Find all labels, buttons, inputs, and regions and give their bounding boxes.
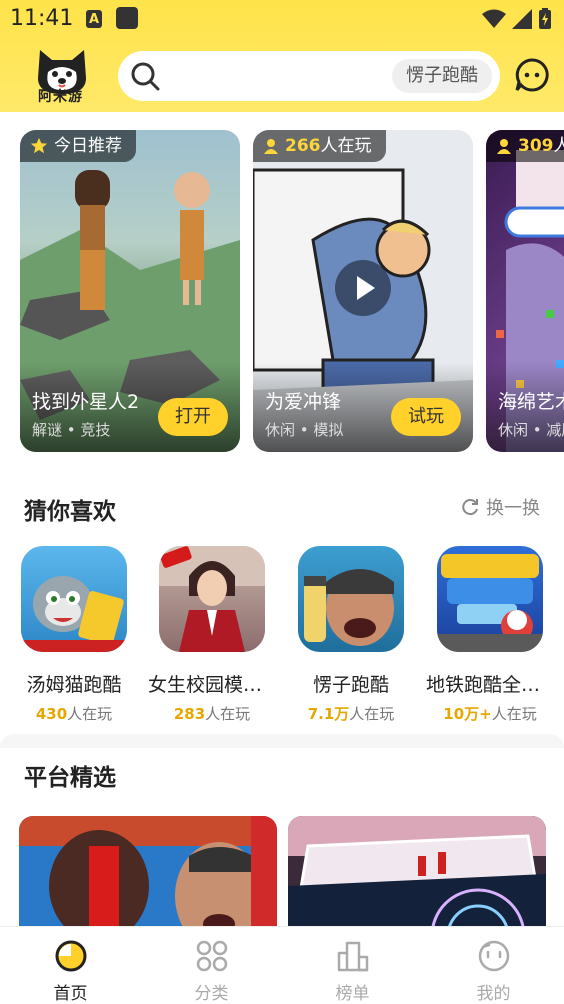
recommend-list: 汤姆猫跑酷 430人在玩 女生校园模拟器 283人在玩 愣子跑酷 7.1万人在玩… (0, 546, 564, 726)
notification-a-icon: A (86, 10, 102, 28)
nav-profile[interactable]: 我的 (423, 927, 564, 1004)
card-subtitle: 解谜 • 竞技 (32, 421, 111, 439)
nav-home[interactable]: 首页 (0, 927, 141, 1004)
app-player-count: 10万+人在玩 (443, 705, 537, 723)
app-player-count: 7.1万人在玩 (307, 705, 395, 723)
search-hint-chip[interactable]: 愣子跑酷 (392, 59, 492, 93)
card-tag-text: 今日推荐 (54, 136, 122, 156)
search-bar[interactable]: 愣子跑酷 (118, 51, 500, 101)
card-subtitle: 休闲 • 模拟 (265, 421, 344, 439)
bottom-nav: 首页 分类 榜单 我的 (0, 926, 564, 1004)
app-player-count: 283人在玩 (173, 705, 251, 723)
card-title: 找到外星人2 (32, 391, 140, 413)
nav-category[interactable]: 分类 (141, 927, 282, 1004)
app-icon (21, 546, 127, 652)
message-icon[interactable] (515, 58, 549, 92)
app-name: 愣子跑酷 (312, 674, 389, 696)
featured-card[interactable]: 266人在玩 为爱冲锋 休闲 • 模拟 试玩 (253, 130, 473, 452)
play-icon (357, 276, 375, 300)
card-tag: 今日推荐 (20, 130, 136, 162)
app-item[interactable]: 女生校园模拟器 283人在玩 (148, 546, 276, 724)
profile-icon (478, 940, 509, 972)
pick-card[interactable] (288, 816, 546, 926)
featured-carousel[interactable]: 今日推荐 找到外星人2 解谜 • 竞技 打开 266人在玩 为爱冲锋 休闲 • … (0, 130, 564, 452)
section-title-platform: 平台精选 (24, 765, 116, 791)
app-name: 地铁跑酷全明星 (426, 674, 554, 696)
status-bar: 11:41 A (0, 0, 564, 38)
app-item[interactable]: 愣子跑酷 7.1万人在玩 (287, 546, 415, 724)
card-tag-text: 人在玩 (320, 136, 372, 156)
category-icon (196, 940, 227, 972)
home-icon (55, 940, 86, 972)
status-indicators (482, 8, 552, 30)
nav-ranking[interactable]: 榜单 (282, 927, 423, 1004)
refresh-button[interactable]: 换一换 (460, 494, 540, 520)
pick-artwork (19, 816, 277, 926)
nav-label: 榜单 (335, 984, 370, 1004)
notification-square-icon (116, 7, 138, 29)
app-name: 女生校园模拟器 (148, 674, 276, 696)
try-play-button[interactable]: 试玩 (391, 398, 461, 436)
card-player-count: 309 (518, 136, 554, 156)
app-player-count: 430人在玩 (35, 705, 113, 723)
app-item[interactable]: 汤姆猫跑酷 430人在玩 (10, 546, 138, 724)
featured-card[interactable]: 309人 海绵艺术 休闲 • 减压 (486, 130, 564, 452)
search-icon (131, 62, 160, 91)
app-header: 11:41 A 阿米游 愣子跑酷 (0, 0, 564, 112)
status-time: 11:41 (10, 6, 74, 31)
card-title: 为爱冲锋 (265, 391, 342, 413)
refresh-label: 换一换 (486, 498, 540, 519)
nav-label: 分类 (194, 984, 229, 1004)
card-player-count: 266 (285, 136, 321, 156)
play-button[interactable] (335, 260, 391, 316)
card-tag: 266人在玩 (253, 130, 386, 162)
section-divider (0, 734, 564, 748)
refresh-icon (462, 499, 478, 516)
ranking-icon (337, 941, 368, 972)
person-icon (497, 139, 511, 154)
featured-card[interactable]: 今日推荐 找到外星人2 解谜 • 竞技 打开 (20, 130, 240, 452)
app-name: 汤姆猫跑酷 (26, 674, 122, 696)
card-tag-text: 人 (553, 136, 564, 156)
pick-card[interactable] (19, 816, 277, 926)
app-icon (159, 546, 265, 652)
star-icon (30, 137, 48, 154)
wifi-icon (482, 9, 506, 28)
app-icon (437, 546, 543, 652)
platform-picks[interactable] (0, 816, 564, 926)
logo-text: 阿米游 (38, 89, 83, 105)
open-button[interactable]: 打开 (158, 398, 228, 436)
signal-icon (512, 9, 532, 29)
pick-artwork (288, 816, 546, 926)
app-icon (298, 546, 404, 652)
card-tag: 309人 (486, 130, 564, 162)
nav-label: 我的 (476, 984, 511, 1004)
app-item[interactable]: 地铁跑酷全明星 10万+人在玩 (426, 546, 554, 724)
battery-icon (539, 8, 551, 29)
card-title: 海绵艺术 (498, 391, 564, 413)
person-icon (264, 139, 278, 154)
card-subtitle: 休闲 • 减压 (498, 421, 564, 439)
nav-label: 首页 (53, 984, 88, 1004)
section-title-guess: 猜你喜欢 (24, 499, 116, 525)
